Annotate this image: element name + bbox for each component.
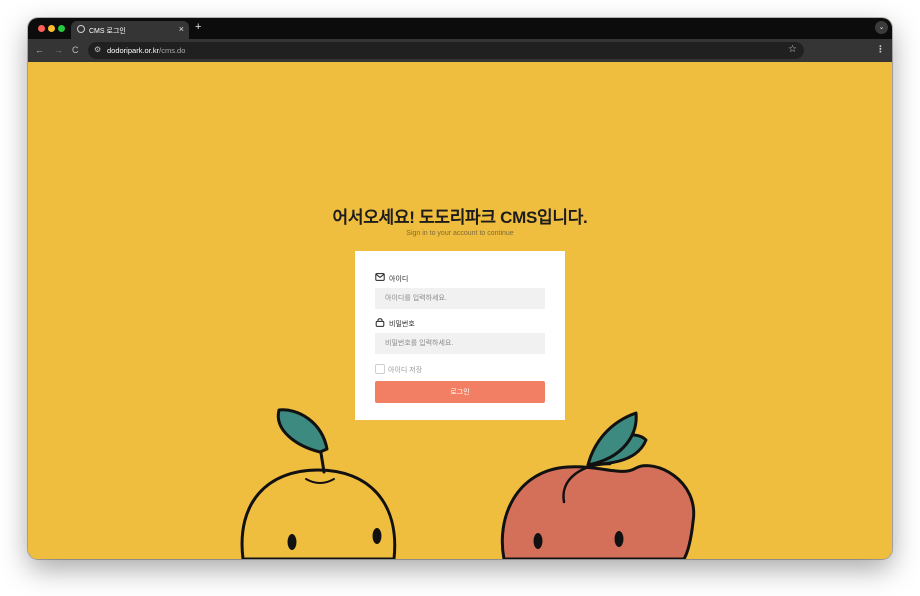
tab-search-button[interactable]: ⌄ [875,21,888,34]
peach-mascot [500,411,696,559]
orange-mascot-right-eye [372,528,382,544]
url-host: dodoripark.or.kr [107,46,160,55]
password-label-text: 비밀번호 [389,321,415,328]
peach-mascot-right-eye [614,531,624,547]
orange-mascot-left-eye [287,534,297,550]
page-title: 어서오세요! 도도리파크 CMS입니다. [332,208,588,227]
bookmark-star-icon[interactable]: ☆ [788,44,797,55]
tab-close-icon[interactable]: × [179,24,184,34]
browser-tab-active[interactable]: CMS 로그인 × [71,21,189,39]
maximize-window-button[interactable] [58,25,65,32]
close-window-button[interactable] [38,25,45,32]
orange-mascot [240,408,397,559]
url-path: /cms.do [159,46,186,55]
id-label-text: 아이디 [389,276,409,283]
browser-window: CMS 로그인 × + ⌄ ← → C ⚙ dodoripark.or.kr/c… [28,18,892,559]
page-content: 어서오세요! 도도리파크 CMS입니다. Sign in to your acc… [28,62,892,559]
url-text: dodoripark.or.kr/cms.do [107,46,185,55]
login-button[interactable]: 로그인 [375,381,545,403]
forward-button[interactable]: → [54,45,63,55]
browser-toolbar: ← → C ⚙ dodoripark.or.kr/cms.do ☆ ⋮ [28,39,892,62]
new-tab-button[interactable]: + [195,21,201,33]
remember-id-checkbox[interactable] [375,364,385,374]
remember-id-label: 아이디 저장 [388,367,423,374]
address-bar[interactable]: ⚙ dodoripark.or.kr/cms.do ☆ [88,42,804,59]
login-form: 아이디 비밀번호 아이디 저장 로그인 [355,251,565,420]
page-subtitle: Sign in to your account to continue [406,230,514,237]
site-info-icon[interactable]: ⚙ [94,45,101,54]
tab-title: CMS 로그인 [89,28,126,35]
globe-icon [77,25,85,33]
back-button[interactable]: ← [35,45,44,55]
minimize-window-button[interactable] [48,25,55,32]
password-input[interactable] [375,333,545,354]
reload-button[interactable]: C [72,45,79,55]
lock-icon [375,318,385,327]
browser-menu-icon[interactable]: ⋮ [876,44,885,55]
mail-icon [375,273,385,281]
id-input[interactable] [375,288,545,309]
browser-titlebar: CMS 로그인 × + ⌄ [28,18,892,39]
peach-mascot-left-eye [533,533,543,549]
